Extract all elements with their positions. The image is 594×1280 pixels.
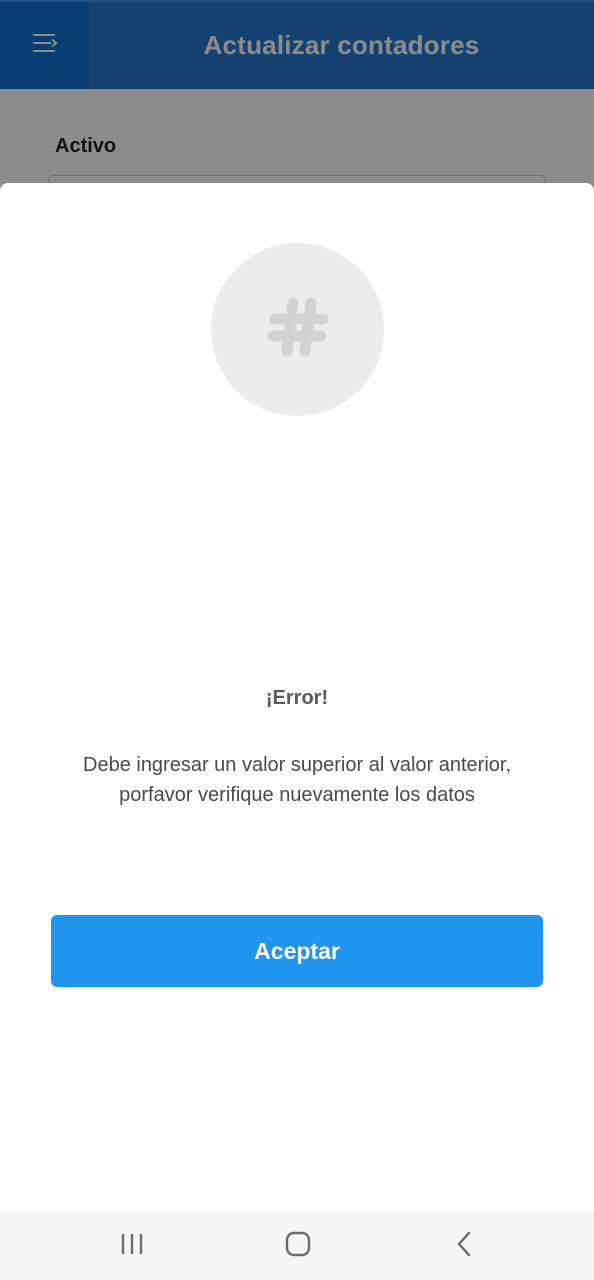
recents-icon [119, 1232, 145, 1261]
system-nav-bar [0, 1212, 594, 1280]
error-dialog: ¡Error! Debe ingresar un valor superior … [0, 183, 594, 1212]
recents-button[interactable] [92, 1212, 172, 1280]
screen: Actualizar contadores Activo ¡Error! Deb… [0, 0, 594, 1280]
accept-button[interactable]: Aceptar [51, 915, 543, 987]
back-icon [454, 1230, 474, 1263]
dialog-title: ¡Error! [265, 687, 329, 709]
home-icon [284, 1230, 312, 1263]
back-button[interactable] [424, 1212, 504, 1280]
hashtag-icon [263, 292, 333, 367]
dialog-icon-circle [211, 243, 384, 416]
home-button[interactable] [258, 1212, 338, 1280]
dialog-message: Debe ingresar un valor superior al valor… [83, 754, 511, 806]
